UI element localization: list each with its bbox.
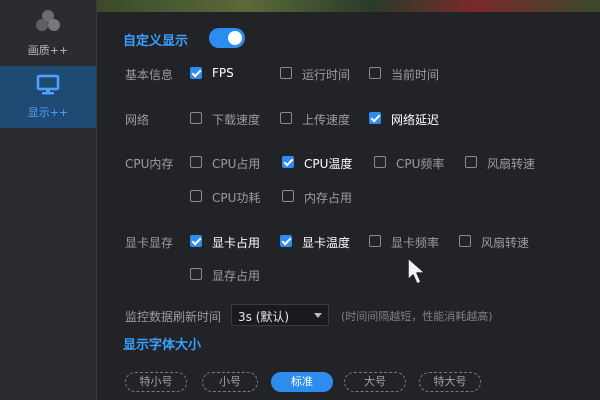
- current-time-label: 当前时间: [391, 68, 440, 82]
- gpu-freq-checkbox[interactable]: [369, 235, 381, 247]
- monitor-icon: [36, 74, 60, 100]
- download-speed-label: 下载速度: [212, 113, 261, 127]
- sidebar-item-label: 显示++: [27, 106, 69, 119]
- quality-circles-icon: [34, 8, 62, 38]
- gpu-memory-label: 显卡显存: [125, 236, 174, 250]
- vram-usage-label: 显存占用: [212, 269, 261, 283]
- gpu-fan-checkbox[interactable]: [459, 235, 471, 247]
- font-size-option-standard[interactable]: 标准: [271, 372, 333, 392]
- sidebar: 画质++ 显示++: [0, 0, 97, 400]
- fps-label: FPS: [212, 66, 234, 80]
- app-window: 画质++ 显示++ 自定义显示 基本信息 FPS 运行时间 当前时间 网络 下载…: [0, 0, 600, 400]
- cpu-power-checkbox[interactable]: [190, 190, 202, 202]
- chevron-down-icon: [314, 313, 322, 318]
- cpu-usage-checkbox[interactable]: [190, 156, 202, 168]
- memory-usage-label: 内存占用: [304, 191, 353, 205]
- font-size-option-xlarge[interactable]: 特大号: [419, 372, 481, 392]
- network-label: 网络: [125, 113, 150, 127]
- basic-info-label: 基本信息: [125, 68, 174, 82]
- runtime-checkbox[interactable]: [280, 67, 292, 79]
- gpu-temp-label: 显卡温度: [302, 236, 351, 250]
- latency-checkbox[interactable]: [369, 112, 381, 124]
- refresh-interval-select[interactable]: 3s (默认): [231, 304, 329, 326]
- cpu-memory-label: CPU内存: [125, 157, 174, 171]
- sidebar-item-label: 画质++: [27, 44, 69, 57]
- refresh-interval-label: 监控数据刷新时间: [125, 310, 222, 324]
- runtime-label: 运行时间: [302, 68, 351, 82]
- font-size-option-large[interactable]: 大号: [344, 372, 406, 392]
- cpu-usage-label: CPU占用: [212, 157, 261, 171]
- mouse-cursor-icon: [406, 256, 428, 290]
- latency-label: 网络延迟: [391, 113, 440, 127]
- font-size-option-small[interactable]: 小号: [202, 372, 258, 392]
- sidebar-item-quality[interactable]: 画质++: [0, 8, 96, 62]
- cpu-freq-checkbox[interactable]: [374, 156, 386, 168]
- font-size-option-xsmall[interactable]: 特小号: [125, 372, 187, 392]
- memory-usage-checkbox[interactable]: [282, 190, 294, 202]
- font-size-title: 显示字体大小: [123, 338, 202, 353]
- gpu-usage-checkbox[interactable]: [190, 235, 202, 247]
- custom-display-toggle[interactable]: [209, 28, 245, 48]
- current-time-checkbox[interactable]: [369, 67, 381, 79]
- upload-speed-checkbox[interactable]: [280, 112, 292, 124]
- vram-usage-checkbox[interactable]: [190, 268, 202, 280]
- settings-panel: 自定义显示 基本信息 FPS 运行时间 当前时间 网络 下载速度 上传速度 网络…: [97, 12, 600, 400]
- cpu-freq-label: CPU频率: [396, 157, 445, 171]
- cpu-temp-label: CPU温度: [304, 157, 353, 171]
- upload-speed-label: 上传速度: [302, 113, 351, 127]
- cpu-fan-checkbox[interactable]: [465, 156, 477, 168]
- game-background-strip: [96, 0, 600, 12]
- gpu-usage-label: 显卡占用: [212, 236, 261, 250]
- download-speed-checkbox[interactable]: [190, 112, 202, 124]
- gpu-temp-checkbox[interactable]: [280, 235, 292, 247]
- cpu-temp-checkbox[interactable]: [282, 156, 294, 168]
- fps-checkbox[interactable]: [190, 67, 202, 79]
- refresh-interval-hint: (时间间隔越短，性能消耗越高): [341, 310, 493, 323]
- toggle-knob: [228, 31, 242, 45]
- refresh-interval-value: 3s (默认): [238, 310, 290, 324]
- cpu-fan-label: 风扇转速: [487, 157, 536, 171]
- gpu-fan-label: 风扇转速: [481, 236, 530, 250]
- sidebar-item-display[interactable]: 显示++: [0, 66, 96, 128]
- gpu-freq-label: 显卡频率: [391, 236, 440, 250]
- custom-display-label: 自定义显示: [123, 34, 189, 49]
- cpu-power-label: CPU功耗: [212, 191, 261, 205]
